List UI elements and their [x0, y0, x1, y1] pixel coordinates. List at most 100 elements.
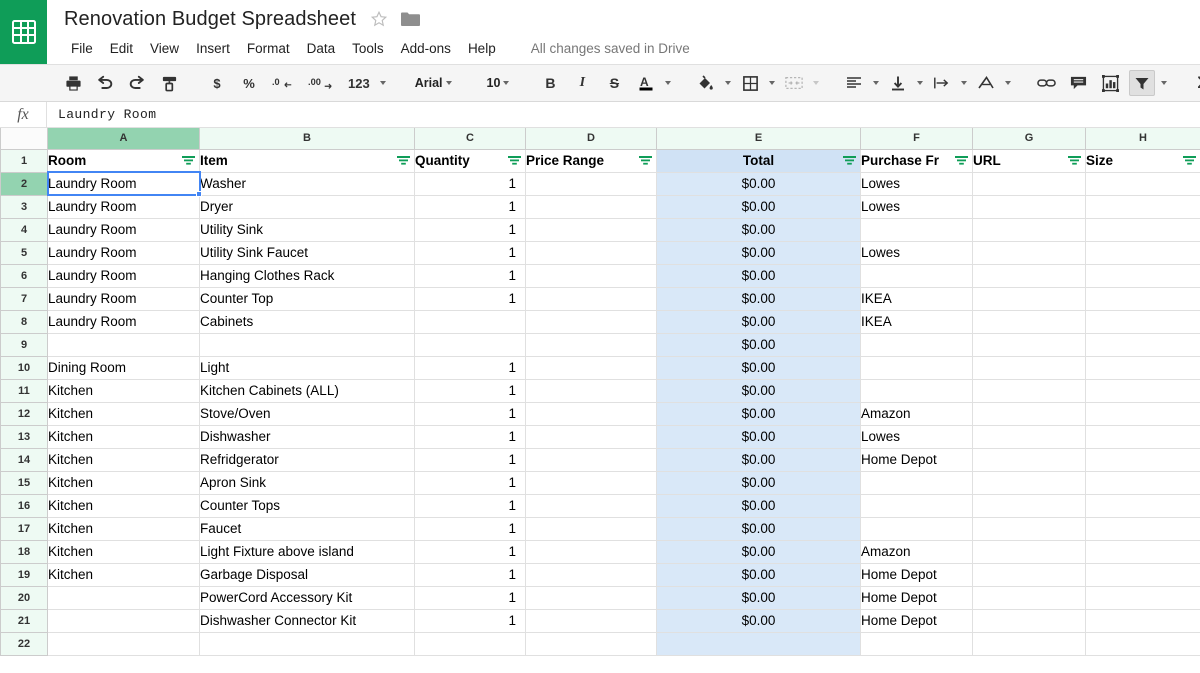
cell-url[interactable] [972, 218, 1086, 242]
cell-purchase-from[interactable]: Amazon [860, 402, 973, 426]
align-bottom-icon[interactable] [885, 70, 911, 96]
row-header-4[interactable]: 4 [0, 218, 48, 242]
row-header-22[interactable]: 22 [0, 632, 48, 656]
cell-price-range[interactable] [525, 195, 657, 219]
cell-total[interactable]: $0.00 [656, 287, 861, 311]
increase-decimal-button[interactable]: .00 [304, 70, 338, 96]
cell-size[interactable] [1085, 287, 1200, 311]
cell-size[interactable] [1085, 517, 1200, 541]
cell-room[interactable]: Kitchen [47, 379, 200, 403]
menu-tools[interactable]: Tools [344, 38, 392, 59]
cell-purchase-from[interactable] [860, 356, 973, 380]
cell-quantity[interactable]: 1 [414, 218, 526, 242]
cell-quantity[interactable]: 1 [414, 264, 526, 288]
chevron-down-icon[interactable] [1161, 81, 1168, 85]
chart-icon[interactable] [1097, 70, 1123, 96]
cell-item[interactable]: Garbage Disposal [199, 563, 415, 587]
cell-room[interactable]: Laundry Room [47, 241, 200, 265]
menu-insert[interactable]: Insert [188, 38, 238, 59]
cell-room[interactable]: Laundry Room [47, 287, 200, 311]
cell-room[interactable]: Kitchen [47, 471, 200, 495]
row-header-14[interactable]: 14 [0, 448, 48, 472]
paint-roller-icon[interactable] [156, 70, 182, 96]
cell-url[interactable] [972, 379, 1086, 403]
cell-size[interactable] [1085, 333, 1200, 357]
row-header-11[interactable]: 11 [0, 379, 48, 403]
cell-total[interactable]: $0.00 [656, 448, 861, 472]
cell-item[interactable]: Dishwasher [199, 425, 415, 449]
cell-price-range[interactable] [525, 310, 657, 334]
cell-total[interactable]: $0.00 [656, 241, 861, 265]
column-header-g[interactable]: G [972, 128, 1086, 150]
cell-total[interactable]: $0.00 [656, 517, 861, 541]
cell-item[interactable] [199, 632, 415, 656]
cell-price-range[interactable] [525, 609, 657, 633]
cell-purchase-from[interactable]: Lowes [860, 195, 973, 219]
filter-button[interactable] [1129, 70, 1156, 96]
cell-url[interactable] [972, 425, 1086, 449]
cell-price-range[interactable] [525, 540, 657, 564]
cell-purchase-from[interactable]: Lowes [860, 172, 973, 196]
redo-arrow-icon[interactable] [124, 70, 150, 96]
cell-room[interactable]: Laundry Room [47, 264, 200, 288]
folder-icon[interactable] [401, 11, 421, 27]
cell-url[interactable] [972, 494, 1086, 518]
cell-room[interactable]: Kitchen [47, 448, 200, 472]
bold-button[interactable]: B [537, 70, 563, 96]
cell-quantity[interactable] [414, 632, 526, 656]
cell-purchase-from[interactable] [860, 632, 973, 656]
row-header-6[interactable]: 6 [0, 264, 48, 288]
filter-funnel-icon[interactable] [397, 155, 410, 166]
cell-url[interactable] [972, 356, 1086, 380]
cell-size[interactable] [1085, 632, 1200, 656]
currency-format-button[interactable]: $ [204, 70, 230, 96]
cell-purchase-from[interactable]: Lowes [860, 241, 973, 265]
filter-funnel-icon[interactable] [182, 155, 195, 166]
cell-price-range[interactable] [525, 494, 657, 518]
cell-size[interactable] [1085, 448, 1200, 472]
cell-quantity[interactable] [414, 333, 526, 357]
cell-purchase-from[interactable]: Home Depot [860, 609, 973, 633]
cell-quantity[interactable]: 1 [414, 563, 526, 587]
cell-purchase-from[interactable] [860, 218, 973, 242]
cell-purchase-from[interactable]: IKEA [860, 310, 973, 334]
cell-quantity[interactable]: 1 [414, 195, 526, 219]
cell-size[interactable] [1085, 609, 1200, 633]
text-rotation-icon[interactable] [973, 70, 999, 96]
cell-size[interactable] [1085, 218, 1200, 242]
cell-size[interactable] [1085, 402, 1200, 426]
column-header-f[interactable]: F [860, 128, 973, 150]
cell-quantity[interactable]: 1 [414, 402, 526, 426]
cell-item[interactable]: Kitchen Cabinets (ALL) [199, 379, 415, 403]
cell-url[interactable] [972, 540, 1086, 564]
formula-input[interactable]: Laundry Room [47, 102, 1200, 127]
column-header-b[interactable]: B [199, 128, 415, 150]
cell-url[interactable] [972, 632, 1086, 656]
cell-purchase-from[interactable]: Home Depot [860, 586, 973, 610]
cell-quantity[interactable]: 1 [414, 540, 526, 564]
menu-data[interactable]: Data [299, 38, 344, 59]
cell-item[interactable]: Dishwasher Connector Kit [199, 609, 415, 633]
cell-size[interactable] [1085, 540, 1200, 564]
row-header-8[interactable]: 8 [0, 310, 48, 334]
row-header-3[interactable]: 3 [0, 195, 48, 219]
align-left-icon[interactable] [841, 70, 867, 96]
cell-total[interactable]: $0.00 [656, 494, 861, 518]
row-header-13[interactable]: 13 [0, 425, 48, 449]
comment-icon[interactable] [1065, 70, 1091, 96]
cell-price-range[interactable] [525, 241, 657, 265]
cell-item[interactable]: Hanging Clothes Rack [199, 264, 415, 288]
cell-total[interactable]: $0.00 [656, 195, 861, 219]
cell-room[interactable]: Kitchen [47, 425, 200, 449]
cell-size[interactable] [1085, 241, 1200, 265]
cell-item[interactable]: Utility Sink Faucet [199, 241, 415, 265]
cell-room[interactable]: Laundry Room [47, 172, 200, 196]
cell-size[interactable] [1085, 586, 1200, 610]
cell-purchase-from[interactable]: Home Depot [860, 563, 973, 587]
cell-price-range[interactable] [525, 333, 657, 357]
cell-url[interactable] [972, 287, 1086, 311]
cell-quantity[interactable]: 1 [414, 241, 526, 265]
cell-quantity[interactable]: 1 [414, 517, 526, 541]
cell-item[interactable]: Light [199, 356, 415, 380]
menu-format[interactable]: Format [239, 38, 298, 59]
